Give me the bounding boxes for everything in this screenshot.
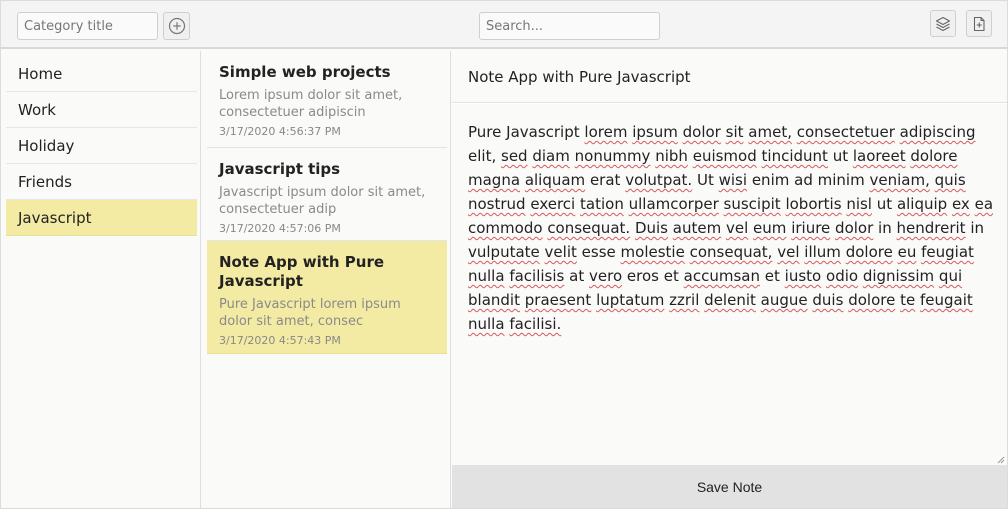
note-body-textarea[interactable]: Pure Javascript lorem ipsum dolor sit am…	[452, 104, 1007, 465]
layers-button[interactable]	[930, 10, 956, 37]
note-excerpt: Lorem ipsum dolor sit amet, consectetuer…	[219, 88, 403, 120]
category-sidebar: Home Work Holiday Friends Javascript	[1, 51, 201, 508]
category-item-javascript[interactable]: Javascript	[6, 200, 197, 236]
category-label: Holiday	[18, 136, 75, 155]
category-item-holiday[interactable]: Holiday	[6, 128, 197, 164]
new-note-button[interactable]	[966, 10, 992, 37]
resize-grip-icon[interactable]	[997, 456, 1005, 464]
note-title: Note App with Pure Javascript	[219, 253, 385, 290]
note-excerpt: Pure Javascript lorem ipsum dolor sit am…	[219, 297, 401, 329]
notes-list: Simple web projects Lorem ipsum dolor si…	[202, 51, 451, 508]
note-title: Javascript tips	[219, 160, 341, 178]
note-card[interactable]: Note App with Pure Javascript Pure Javas…	[207, 241, 447, 354]
category-item-friends[interactable]: Friends	[6, 164, 197, 200]
category-label: Home	[18, 64, 63, 83]
layers-icon	[935, 16, 951, 31]
category-label: Work	[18, 100, 56, 119]
note-excerpt: Javascript ipsum dolor sit amet, consect…	[219, 185, 426, 217]
note-date: 3/17/2020 4:57:43 PM	[219, 334, 341, 347]
category-item-home[interactable]: Home	[6, 56, 197, 92]
plus-circle-icon	[168, 17, 185, 35]
toolbar	[1, 1, 1007, 49]
note-title: Simple web projects	[219, 63, 391, 81]
note-card[interactable]: Javascript tips Javascript ipsum dolor s…	[207, 148, 447, 241]
note-editor: Note App with Pure Javascript Pure Javas…	[452, 51, 1007, 508]
note-app: Home Work Holiday Friends Javascript Sim…	[0, 0, 1008, 509]
save-note-button[interactable]: Save Note	[452, 465, 1007, 508]
category-item-work[interactable]: Work	[6, 92, 197, 128]
category-label: Javascript	[18, 208, 92, 227]
file-plus-icon	[973, 16, 985, 31]
category-label: Friends	[18, 172, 72, 191]
search-input[interactable]	[479, 12, 660, 40]
category-title-input[interactable]	[17, 12, 158, 40]
note-card[interactable]: Simple web projects Lorem ipsum dolor si…	[207, 51, 447, 148]
note-date: 3/17/2020 4:57:06 PM	[219, 222, 341, 235]
add-category-button[interactable]	[163, 12, 190, 40]
note-date: 3/17/2020 4:56:37 PM	[219, 125, 341, 138]
note-title-field[interactable]: Note App with Pure Javascript	[452, 51, 1007, 103]
